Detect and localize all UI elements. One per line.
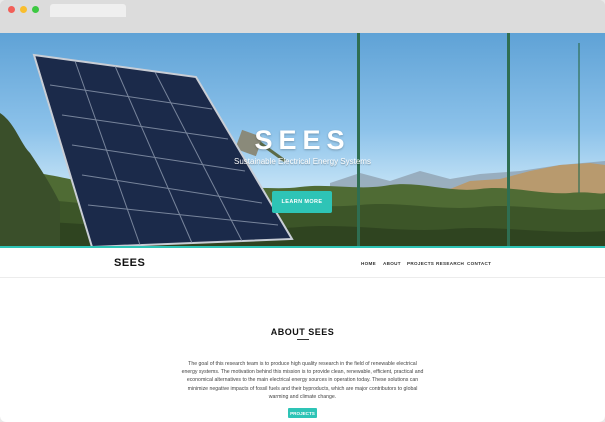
nav-item-projects[interactable]: PROJECTS (407, 261, 434, 266)
projects-button[interactable]: PROJECTS (288, 408, 317, 418)
browser-chrome (0, 0, 605, 34)
about-paragraph: The goal of this research team is to pro… (181, 361, 424, 400)
heading-underline (297, 339, 309, 340)
nav-item-contact[interactable]: CONTACT (467, 261, 491, 266)
browser-tab[interactable] (50, 4, 126, 17)
about-section: ABOUT SEES The goal of this research tea… (0, 278, 605, 422)
about-heading: ABOUT SEES (270, 327, 335, 337)
main-navbar: SEES HOME ABOUT PROJECTS RESEARCH CONTAC… (0, 248, 605, 278)
nav-item-about[interactable]: ABOUT (383, 261, 401, 266)
hero-title: SEES (254, 125, 351, 155)
maximize-window-icon[interactable] (32, 6, 39, 13)
nav-item-research[interactable]: RESEARCH (436, 261, 464, 266)
hero-banner: SEES Sustainable Electrical Energy Syste… (0, 33, 605, 247)
site-brand[interactable]: SEES (114, 257, 145, 269)
hero-subtitle: Sustainable Electrical Energy Systems (234, 157, 371, 166)
learn-more-button[interactable]: LEARN MORE (272, 191, 332, 213)
browser-window: SEES Sustainable Electrical Energy Syste… (0, 0, 605, 422)
close-window-icon[interactable] (8, 6, 15, 13)
minimize-window-icon[interactable] (20, 6, 27, 13)
nav-item-home[interactable]: HOME (361, 261, 376, 266)
